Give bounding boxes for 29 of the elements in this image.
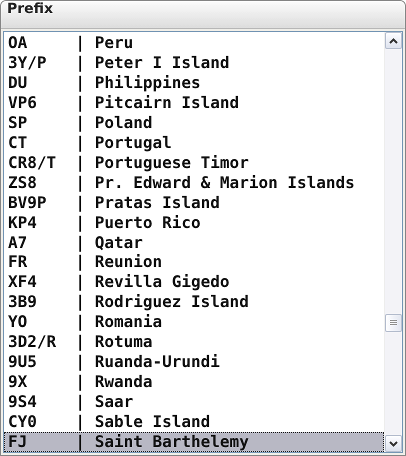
list-item[interactable]: CT | Portugal bbox=[4, 132, 384, 153]
caret-down-icon bbox=[389, 440, 398, 446]
list-item[interactable]: KP4 | Puerto Rico bbox=[4, 212, 384, 233]
list-item[interactable]: A7 | Qatar bbox=[4, 232, 384, 252]
caret-up-icon bbox=[389, 38, 398, 44]
scroll-up-button[interactable] bbox=[385, 32, 402, 49]
list-item[interactable]: SP | Poland bbox=[4, 112, 384, 133]
list-item[interactable]: OA | Peru bbox=[4, 33, 384, 53]
list-item[interactable]: CR8/T | Portuguese Timor bbox=[4, 152, 384, 173]
list-item[interactable]: YO | Romania bbox=[4, 312, 384, 332]
scrollbar[interactable] bbox=[384, 32, 402, 452]
scroll-down-button[interactable] bbox=[385, 435, 402, 452]
list-item[interactable]: FJ | Saint Barthelemy bbox=[4, 432, 384, 452]
list-item[interactable]: XF4 | Revilla Gigedo bbox=[4, 272, 384, 292]
window-title: Prefix bbox=[1, 1, 405, 29]
list-item[interactable]: 3D2/R | Rotuma bbox=[4, 332, 384, 352]
scroll-thumb[interactable] bbox=[385, 314, 402, 332]
list-item[interactable]: VP6 | Pitcairn Island bbox=[4, 92, 384, 113]
list-item[interactable]: BV9P | Pratas Island bbox=[4, 192, 384, 213]
list-item[interactable]: CY0 | Sable Island bbox=[4, 412, 384, 432]
list-item[interactable]: 9S4 | Saar bbox=[4, 392, 384, 412]
grip-icon bbox=[390, 320, 397, 326]
list-item[interactable]: 3Y/P | Peter I Island bbox=[4, 52, 384, 73]
list-item[interactable]: FR | Reunion bbox=[4, 252, 384, 272]
list-item[interactable]: 9X | Rwanda bbox=[4, 372, 384, 392]
list-item[interactable]: DU | Philippines bbox=[4, 72, 384, 93]
list-item[interactable]: ZS8 | Pr. Edward & Marion Islands bbox=[4, 172, 384, 193]
list-item[interactable]: 3B9 | Rodriguez Island bbox=[4, 292, 384, 312]
list-item[interactable]: 9U5 | Ruanda-Urundi bbox=[4, 352, 384, 372]
